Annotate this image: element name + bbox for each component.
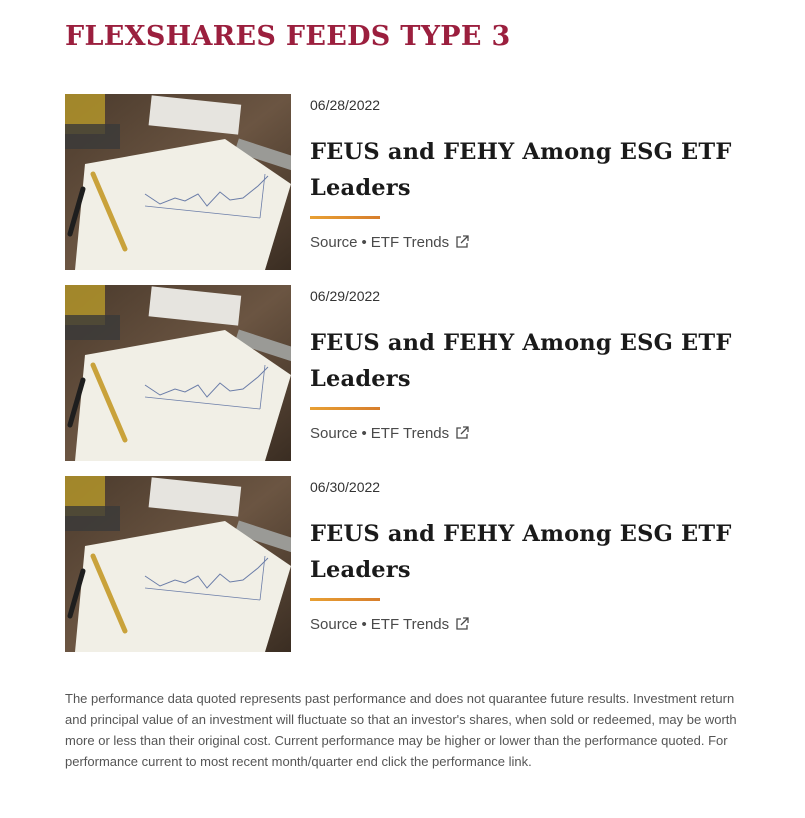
performance-disclaimer: The performance data quoted represents p… (65, 691, 737, 769)
source-separator: • (361, 425, 367, 442)
feed-headline-link[interactable]: FEUS and FEHY Among ESG ETF Leaders (310, 134, 740, 206)
source-label: Source (310, 425, 358, 442)
feed-source[interactable]: Source • ETF Trends (310, 233, 740, 253)
feed-date: 06/30/2022 (310, 479, 381, 495)
feed-item: 06/29/2022 FEUS and FEHY Among ESG ETF L… (65, 285, 745, 461)
source-separator: • (361, 616, 367, 633)
feed-date: 06/29/2022 (310, 288, 381, 304)
external-link-icon[interactable] (455, 617, 469, 631)
source-separator: • (361, 234, 367, 251)
feed-source[interactable]: Source • ETF Trends (310, 615, 740, 635)
feed-content: 06/30/2022 FEUS and FEHY Among ESG ETF L… (310, 476, 740, 635)
feed-item: 06/30/2022 FEUS and FEHY Among ESG ETF L… (65, 476, 745, 652)
source-name: ETF Trends (370, 234, 450, 251)
source-name: ETF Trends (370, 616, 450, 633)
feed-source[interactable]: Source • ETF Trends (310, 424, 740, 444)
accent-divider (310, 407, 380, 410)
feed-content: 06/28/2022 FEUS and FEHY Among ESG ETF L… (310, 94, 740, 253)
feed-headline-link[interactable]: FEUS and FEHY Among ESG ETF Leaders (310, 516, 740, 588)
accent-divider (310, 598, 380, 601)
feed-content: 06/29/2022 FEUS and FEHY Among ESG ETF L… (310, 285, 740, 444)
external-link-icon[interactable] (455, 235, 469, 249)
accent-divider (310, 216, 380, 219)
feed-item: 06/28/2022 FEUS and FEHY Among ESG ETF L… (65, 94, 745, 270)
feed-list: 06/28/2022 FEUS and FEHY Among ESG ETF L… (65, 94, 745, 667)
feed-headline-link[interactable]: FEUS and FEHY Among ESG ETF Leaders (310, 325, 740, 397)
chart-on-paper-image[interactable] (65, 476, 291, 652)
source-label: Source (310, 234, 358, 251)
chart-on-paper-image[interactable] (65, 94, 291, 270)
chart-on-paper-image[interactable] (65, 285, 291, 461)
source-label: Source (310, 616, 358, 633)
source-name: ETF Trends (370, 425, 450, 442)
page-title: FLEXSHARES FEEDS TYPE 3 (65, 21, 511, 52)
external-link-icon[interactable] (455, 426, 469, 440)
feed-date: 06/28/2022 (310, 97, 381, 113)
